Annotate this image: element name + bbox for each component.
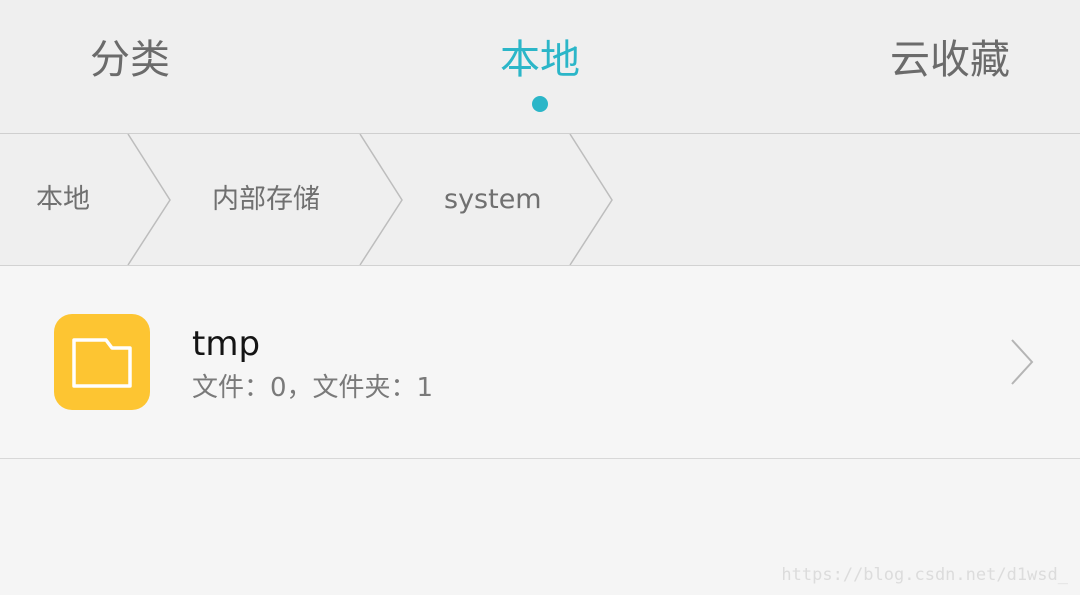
list-item[interactable]: tmp 文件：0，文件夹：1: [0, 266, 1080, 459]
active-tab-indicator: [532, 96, 548, 112]
folder-icon: [54, 314, 150, 410]
file-list: tmp 文件：0，文件夹：1: [0, 266, 1080, 459]
breadcrumb-separator-icon: [127, 134, 171, 265]
tab-local[interactable]: 本地: [500, 34, 580, 86]
breadcrumb-separator-icon: [359, 134, 403, 265]
tab-cloud-favorites[interactable]: 云收藏: [890, 34, 1010, 86]
breadcrumb-item-internal-storage[interactable]: 内部存储: [212, 134, 320, 265]
breadcrumb: 本地 内部存储 system: [0, 134, 1080, 266]
chevron-right-icon: [1011, 339, 1034, 385]
tab-category[interactable]: 分类: [90, 34, 170, 86]
watermark: https://blog.csdn.net/d1wsd_: [781, 565, 1068, 585]
breadcrumb-item-system[interactable]: system: [444, 134, 542, 265]
file-meta: 文件：0，文件夹：1: [192, 373, 434, 403]
breadcrumb-item-local[interactable]: 本地: [36, 134, 90, 265]
breadcrumb-separator-icon: [569, 134, 613, 265]
file-name: tmp: [192, 324, 261, 364]
top-tab-bar: 分类 本地 云收藏: [0, 0, 1080, 134]
